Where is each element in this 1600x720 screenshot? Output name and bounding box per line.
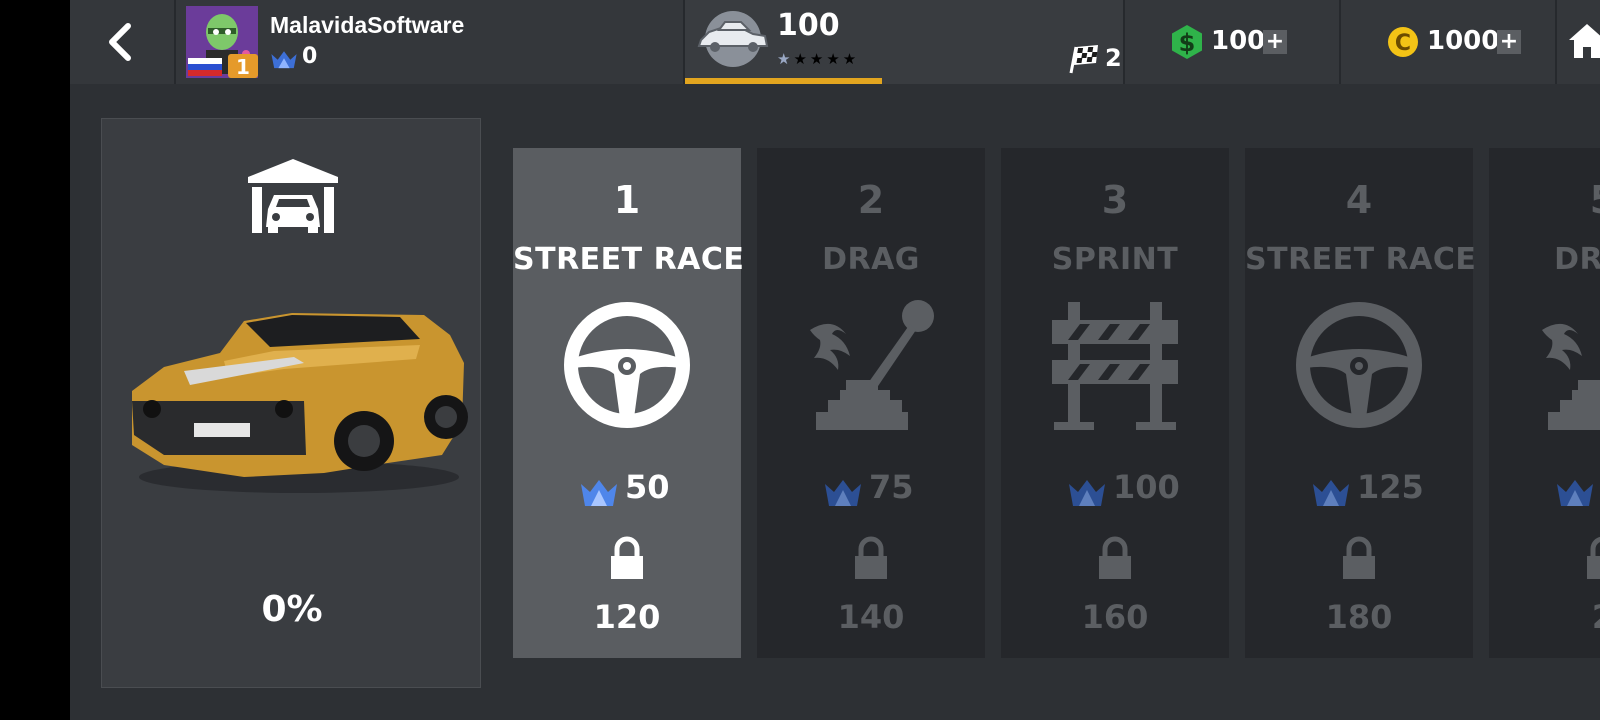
player-avatar[interactable]: 1: [186, 6, 258, 78]
unlock-price: 140: [837, 598, 905, 636]
unlock-price: 160: [1081, 598, 1149, 636]
cash-value: 100: [1211, 26, 1266, 56]
event-number: 2: [857, 178, 885, 222]
star-empty-icon: ★★★★: [793, 50, 860, 68]
coins-panel[interactable]: C 1000 +: [1341, 0, 1555, 84]
steering-wheel-icon: [1296, 302, 1422, 428]
lock-icon: [1099, 536, 1131, 579]
event-title: DRAG: [822, 242, 920, 277]
event-card-3[interactable]: 3 SPRINT 100 160: [1001, 148, 1229, 658]
event-title: DRAG: [1554, 242, 1600, 277]
car-rating-panel[interactable]: 100 ★★★★★ 2: [685, 0, 1123, 84]
garage-icon[interactable]: [246, 157, 340, 235]
event-card-2[interactable]: 2 DRAG 75 140: [757, 148, 985, 658]
car-star-rating: ★★★★★: [777, 50, 859, 68]
unlock-price: 120: [593, 598, 661, 636]
add-cash-button[interactable]: +: [1263, 30, 1287, 54]
crown-requirement: 50: [625, 468, 670, 506]
crown-requirement: 75: [869, 468, 914, 506]
app-screen: 1 MalavidaSoftware 0 100 ★★★★★ 2 $ 100 +…: [70, 0, 1600, 720]
roadblock-icon: [1052, 302, 1178, 430]
coins-value: 1000: [1427, 26, 1500, 56]
gear-shifter-icon: [810, 300, 934, 430]
steering-wheel-icon: [564, 302, 690, 428]
checkered-flag-icon: [1069, 45, 1098, 74]
event-card-1[interactable]: 1 STREET RACE 50 120: [513, 148, 745, 658]
crown-icon: [271, 51, 297, 69]
unlock-price: 2: [1489, 598, 1600, 636]
crown-icon: [1313, 480, 1349, 506]
svg-text:$: $: [1179, 29, 1196, 57]
event-number: 3: [1101, 178, 1129, 222]
home-segment: [1557, 0, 1600, 84]
lock-icon: [1587, 537, 1600, 579]
crown-icon: [825, 480, 861, 506]
car-progress-bar: [685, 78, 882, 84]
svg-text:1: 1: [236, 55, 250, 78]
garage-card[interactable]: 0%: [101, 118, 481, 688]
crown-requirement: 125: [1357, 468, 1424, 506]
cash-panel[interactable]: $ 100 +: [1125, 0, 1339, 84]
event-title: STREET RACE: [1245, 242, 1477, 277]
crown-icon: [1069, 480, 1105, 506]
crown-icon: [581, 480, 617, 506]
level-badge: 1: [228, 54, 258, 78]
unlock-price: 180: [1325, 598, 1393, 636]
event-card-5[interactable]: 5 DRAG 2: [1489, 148, 1600, 658]
top-bar: 1 MalavidaSoftware 0 100 ★★★★★ 2 $ 100 +…: [70, 0, 1600, 84]
back-chevron-icon[interactable]: [94, 18, 150, 66]
player-name: MalavidaSoftware: [270, 12, 465, 38]
lock-icon: [855, 536, 887, 579]
car-rating-value: 100: [777, 8, 840, 43]
garage-completion: 0%: [261, 589, 323, 630]
player-crown-count: 0: [302, 44, 318, 69]
add-coins-button[interactable]: +: [1497, 30, 1521, 54]
gear-shifter-icon: [1542, 323, 1600, 430]
dollar-icon: $: [1172, 25, 1202, 59]
event-number: 4: [1345, 178, 1373, 222]
event-number: 5: [1489, 178, 1600, 222]
star-filled-icon: ★: [777, 50, 794, 68]
event-number: 1: [613, 178, 641, 222]
svg-text:C: C: [1395, 31, 1411, 56]
event-title: STREET RACE: [513, 242, 745, 277]
flag-russia-icon: [188, 58, 222, 76]
race-count: 2: [1105, 44, 1122, 72]
lock-icon: [611, 536, 643, 579]
crown-icon: [1557, 480, 1593, 506]
lock-icon: [1343, 536, 1375, 579]
event-title: SPRINT: [1051, 242, 1179, 277]
coin-icon: C: [1388, 27, 1418, 57]
home-icon[interactable]: [1567, 22, 1600, 60]
car-image: [132, 313, 468, 493]
car-icon: [697, 11, 769, 67]
back-segment: [70, 0, 174, 84]
event-card-4[interactable]: 4 STREET RACE 125 180: [1245, 148, 1477, 658]
crown-requirement: 100: [1113, 468, 1180, 506]
player-profile[interactable]: 1 MalavidaSoftware 0: [176, 0, 683, 84]
